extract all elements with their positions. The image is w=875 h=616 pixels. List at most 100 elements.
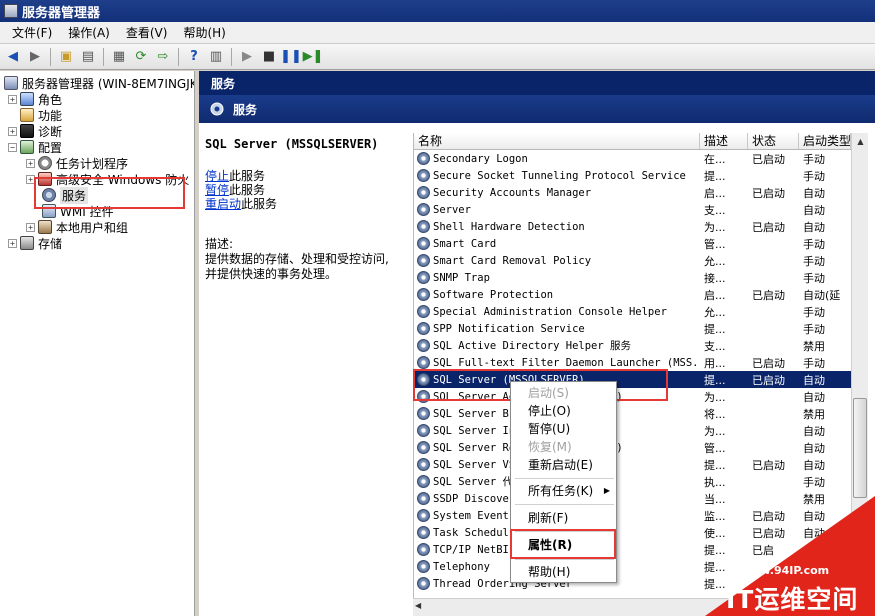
tree-item-storage[interactable]: + 存储 [8,235,62,251]
service-startup-cell: 手动 [803,475,825,489]
properties-icon[interactable]: ▦ [109,47,129,67]
title-bar: 服务器管理器 [0,0,875,22]
expand-icon[interactable]: + [8,94,17,104]
menu-view[interactable]: 查看(V) [118,24,176,41]
menu-file[interactable]: 文件(F) [4,24,60,41]
column-header-description[interactable]: 描述 [700,133,748,149]
scroll-left-icon[interactable]: ◀ [415,601,421,610]
restart-service-icon[interactable]: ▶❚ [303,47,324,67]
scroll-up-icon[interactable]: ▲ [852,133,869,150]
table-row[interactable]: Smart Card 管... 手动 [414,235,851,252]
service-name-cell: SPP Notification Service [414,322,700,335]
menu-item-pause[interactable]: 暂停(U) [528,420,570,438]
tree-item-task-scheduler[interactable]: + 任务计划程序 [26,155,128,171]
service-status-cell: 已启动 [752,458,785,472]
up-folder-icon[interactable]: ▣ [56,47,76,67]
tree-item-configuration[interactable]: − 配置 [8,139,62,155]
service-startup-cell: 手动 [803,237,825,251]
column-header-name[interactable]: 名称 [414,133,700,149]
service-name-cell: Shell Hardware Detection [414,220,700,233]
service-startup-cell: 手动 [803,169,825,183]
table-row[interactable]: SPP Notification Service 提... 手动 [414,320,851,337]
tree-item-label: 角色 [38,92,63,107]
service-status-cell: 已启动 [752,152,785,166]
table-row[interactable]: SNMP Trap 接... 手动 [414,269,851,286]
start-service-icon[interactable]: ▶ [237,47,257,67]
table-row[interactable]: SQL Server VS... 提... 已启动 自动 [414,456,851,473]
tree-item-label: 功能 [38,108,63,123]
stop-service-link[interactable]: 停止此服务 [205,169,405,183]
table-row[interactable]: Special Administration Console Helper 允..… [414,303,851,320]
service-startup-cell: 自动 [803,458,825,472]
stop-service-icon[interactable]: ■ [259,47,279,67]
menu-help[interactable]: 帮助(H) [175,24,233,41]
submenu-arrow-icon: ▶ [603,486,610,495]
table-row[interactable]: Shell Hardware Detection 为... 已启动 自动 [414,218,851,235]
table-row[interactable]: Server 支... 自动 [414,201,851,218]
service-description-cell: 支... [704,339,726,353]
column-header-startup-type[interactable]: 启动类型 [799,133,851,149]
navigation-tree: 服务器管理器 (WIN-8EM7INGJKI + 角色 功能 + 诊断 − 配置… [0,71,195,616]
menu-item-resume[interactable]: 恢复(M) [528,438,572,456]
table-row[interactable]: SQL Server Br... 将... 禁用 [414,405,851,422]
table-row[interactable]: SQL Server In... 10.0 为... 自动 [414,422,851,439]
table-row[interactable]: Secure Socket Tunneling Protocol Service… [414,167,851,184]
service-name: Server [433,203,471,216]
service-status-cell: 已启动 [752,186,785,200]
service-name-cell: Software Protection [414,288,700,301]
menu-action[interactable]: 操作(A) [60,24,118,41]
service-name: Smart Card [433,237,497,250]
service-startup-cell: 手动 [803,356,825,370]
restart-service-link[interactable]: 重启动此服务 [205,197,405,211]
forward-arrow-icon[interactable]: ▶ [25,47,45,67]
back-arrow-icon[interactable]: ◀ [3,47,23,67]
expand-icon[interactable]: + [8,238,17,248]
expand-icon[interactable]: + [8,126,17,136]
action-pane-icon[interactable]: ▥ [206,47,226,67]
tree-item-local-users[interactable]: + 本地用户和组 [26,219,128,235]
service-description-cell: 为... [704,390,726,404]
tree-item-roles[interactable]: + 角色 [8,91,62,107]
expand-icon[interactable]: + [26,158,35,168]
table-row[interactable]: Secondary Logon 在... 已启动 手动 [414,150,851,167]
service-name: Secondary Logon [433,152,528,165]
service-name: Telephony [433,560,490,573]
expand-icon[interactable]: + [26,222,35,232]
service-status-cell: 已启动 [752,373,785,387]
window-title: 服务器管理器 [22,5,101,21]
service-description-cell: 允... [704,305,726,319]
table-row[interactable]: SQL Server 代... 执... 手动 [414,473,851,490]
table-row[interactable]: Software Protection 启... 已启动 自动(延 [414,286,851,303]
menu-item-restart[interactable]: 重新启动(E) [528,456,593,474]
show-hide-tree-icon[interactable]: ▤ [78,47,98,67]
menu-item-stop[interactable]: 停止(O) [528,402,571,420]
pause-service-link[interactable]: 暂停此服务 [205,183,405,197]
role-icon [20,92,34,106]
menu-item-help[interactable]: 帮助(H) [528,563,570,581]
help-icon[interactable]: ? [184,47,204,67]
tree-item-diagnostics[interactable]: + 诊断 [8,123,62,139]
column-header-status[interactable]: 状态 [748,133,799,149]
pause-service-icon[interactable]: ❚❚ [280,47,302,67]
tree-item-features[interactable]: 功能 [20,107,62,123]
table-row[interactable]: SQL Active Directory Helper 服务 支... 禁用 [414,337,851,354]
highlight-properties-item [510,529,616,559]
service-name-cell: SQL Full-text Filter Daemon Launcher (MS… [414,356,700,369]
service-name-cell: SQL Active Directory Helper 服务 [414,338,700,353]
menu-item-all-tasks[interactable]: 所有任务(K) [528,482,593,500]
export-list-icon[interactable]: ⇨ [153,47,173,67]
table-row[interactable]: Smart Card Removal Policy 允... 手动 [414,252,851,269]
table-row[interactable]: Security Accounts Manager 启... 已启动 自动 [414,184,851,201]
collapse-icon[interactable]: − [8,142,17,152]
service-startup-cell: 自动 [803,186,825,200]
refresh-icon[interactable]: ⟳ [131,47,151,67]
highlight-services-node [34,177,185,209]
table-row[interactable]: SQL Server Re... (MSSQLSERVER)管...自动 [414,439,851,456]
server-manager-icon [4,4,18,18]
scrollbar-thumb[interactable] [853,398,867,498]
menu-item-start[interactable]: 启动(S) [528,384,569,402]
tree-root[interactable]: 服务器管理器 (WIN-8EM7INGJKI [4,75,194,91]
menu-item-refresh[interactable]: 刷新(F) [528,509,568,527]
tree-item-label: 配置 [38,140,63,155]
menu-separator [515,478,614,479]
